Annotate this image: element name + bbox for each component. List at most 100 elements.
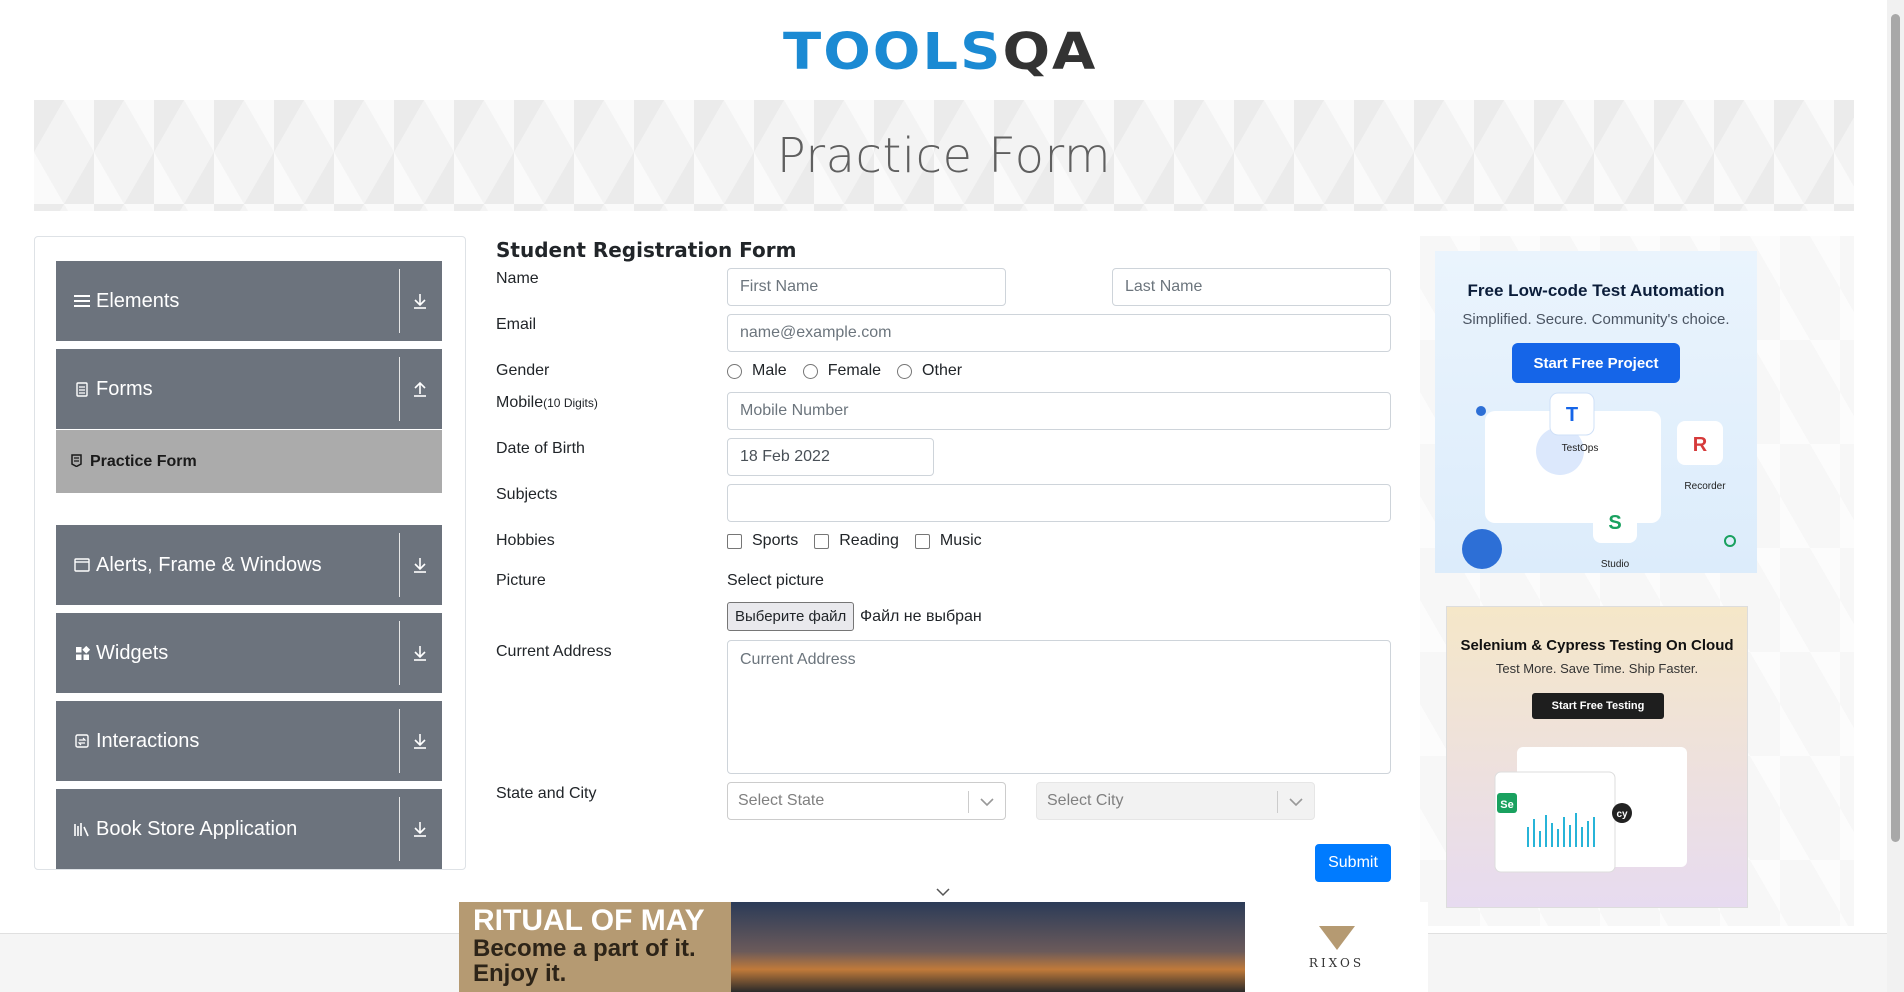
sidebar-group-label: Widgets — [96, 641, 169, 664]
radio-circle[interactable] — [727, 363, 742, 379]
state-select[interactable]: Select State — [727, 782, 1006, 820]
katalon-ad[interactable]: Free Low-code Test Automation Simplified… — [1435, 251, 1757, 573]
checkbox-box[interactable] — [814, 533, 830, 549]
bottom-ad-banner[interactable]: RITUAL OF MAY Become a part of it. Enjoy… — [459, 902, 1428, 992]
svg-text:T: T — [1566, 404, 1578, 426]
arrow-down-icon[interactable] — [408, 525, 432, 605]
start-free-project-button[interactable]: Start Free Project — [1512, 343, 1680, 383]
svg-text:R: R — [1693, 434, 1708, 456]
gender-other-radio[interactable]: Other — [897, 362, 962, 380]
document-icon — [73, 380, 91, 398]
choose-file-button[interactable]: Выберите файл — [727, 602, 855, 631]
logo-qa-text: QA — [1002, 23, 1098, 82]
last-name-input[interactable] — [1112, 268, 1391, 306]
ad-line1: RITUAL OF MAY — [473, 904, 705, 937]
svg-text:Recorder: Recorder — [1684, 481, 1726, 492]
radio-circle[interactable] — [897, 363, 913, 379]
triangle-logo-icon — [1318, 926, 1355, 950]
arrow-up-icon[interactable] — [408, 349, 432, 429]
sidebar-group-label: Interactions — [96, 729, 200, 752]
email-label: Email — [496, 316, 537, 333]
ad-line3: Enjoy it. — [473, 960, 567, 988]
hamburger-icon — [73, 292, 91, 310]
books-icon — [73, 820, 91, 838]
mobile-input[interactable] — [727, 392, 1391, 430]
sidebar-group-label: Alerts, Frame & Windows — [96, 553, 322, 576]
lambdatest-ad[interactable]: Selenium & Cypress Testing On Cloud Test… — [1446, 606, 1748, 908]
ad-heading: Selenium & Cypress Testing On Cloud — [1460, 637, 1734, 654]
ad-brand: RIXOS — [1308, 956, 1365, 970]
dob-label: Date of Birth — [496, 440, 585, 457]
gender-female-radio[interactable]: Female — [802, 362, 881, 380]
svg-text:Se: Se — [1500, 799, 1513, 811]
form-title: Student Registration Form — [496, 238, 797, 262]
address-label: Current Address — [496, 643, 612, 660]
ad-line2: Become a part of it. — [473, 935, 696, 962]
subjects-label: Subjects — [496, 486, 558, 503]
city-select[interactable]: Select City — [1036, 782, 1315, 820]
chevron-down-icon[interactable] — [935, 886, 951, 898]
hobby-music-checkbox[interactable]: Music — [914, 532, 982, 550]
arrow-down-icon[interactable] — [408, 789, 432, 869]
hobby-sports-checkbox[interactable]: Sports — [727, 532, 798, 550]
svg-text:S: S — [1608, 512, 1621, 534]
mobile-label: Mobile(10 Digits) — [496, 394, 598, 411]
sidebar-group-label: Forms — [96, 377, 153, 400]
sidebar-group-widgets[interactable]: Widgets — [56, 613, 442, 693]
checkbox-box[interactable] — [914, 533, 930, 549]
chevron-down-icon — [1286, 783, 1306, 821]
subjects-input[interactable] — [727, 484, 1391, 522]
logo-tools-text: TOOLS — [783, 23, 1003, 82]
svg-text:cy: cy — [1616, 809, 1628, 820]
toolsqa-logo[interactable]: TOOLSQA — [783, 16, 1105, 90]
email-input[interactable] — [727, 314, 1391, 352]
radio-circle[interactable] — [802, 363, 818, 379]
sidebar-group-interactions[interactable]: Interactions — [56, 701, 442, 781]
checkbox-box[interactable] — [727, 533, 742, 549]
ad-subheading: Simplified. Secure. Community's choice. — [1462, 311, 1730, 328]
state-city-label: State and City — [496, 785, 597, 802]
page-title: Practice Form — [776, 127, 1112, 184]
first-name-input[interactable] — [727, 268, 1006, 306]
window-icon — [73, 556, 91, 574]
start-free-testing-button[interactable]: Start Free Testing — [1532, 693, 1664, 719]
sidebar-group-alerts[interactable]: Alerts, Frame & Windows — [56, 525, 442, 605]
sidebar: Elements Forms Practice Form Alerts, Fra… — [34, 236, 466, 870]
gender-radio-group: Male Female Other — [727, 362, 978, 380]
widgets-icon — [73, 644, 91, 662]
sidebar-group-book-store[interactable]: Book Store Application — [56, 789, 442, 869]
svg-text:Studio: Studio — [1601, 559, 1630, 570]
name-label: Name — [496, 270, 539, 287]
form-icon — [71, 453, 82, 470]
sidebar-group-label: Book Store Application — [96, 817, 298, 840]
sidebar-group-elements[interactable]: Elements — [56, 261, 442, 341]
chevron-down-icon — [977, 783, 997, 821]
page-banner: Practice Form — [34, 100, 1854, 211]
sidebar-group-forms[interactable]: Forms — [56, 349, 442, 429]
mobile-hint: (10 Digits) — [543, 396, 598, 410]
gender-label: Gender — [496, 362, 550, 379]
svg-text:TestOps: TestOps — [1562, 443, 1599, 454]
ad-subheading: Test More. Save Time. Ship Faster. — [1495, 661, 1699, 676]
ad-heading: Free Low-code Test Automation — [1467, 281, 1725, 300]
arrow-down-icon[interactable] — [408, 701, 432, 781]
picture-prompt: Select picture — [727, 572, 824, 589]
hobbies-checkbox-group: Sports Reading Music — [727, 532, 998, 550]
arrow-down-icon[interactable] — [408, 613, 432, 693]
sidebar-item-practice-form[interactable]: Practice Form — [56, 430, 442, 493]
current-address-textarea[interactable] — [727, 640, 1391, 774]
file-status-text: Файл не выбран — [860, 608, 982, 625]
hobby-reading-checkbox[interactable]: Reading — [814, 532, 899, 550]
ad-illustration: Se cy — [1494, 747, 1687, 873]
hobbies-label: Hobbies — [496, 532, 555, 549]
dob-input[interactable] — [727, 438, 934, 476]
submit-button[interactable]: Submit — [1315, 844, 1391, 882]
ad-photo — [731, 902, 1245, 992]
picture-label: Picture — [496, 572, 546, 589]
gender-male-radio[interactable]: Male — [727, 362, 787, 380]
sidebar-item-label: Practice Form — [90, 452, 197, 470]
sidebar-group-label: Elements — [96, 289, 180, 312]
interactions-icon — [73, 732, 91, 750]
arrow-down-icon[interactable] — [408, 261, 432, 341]
scrollbar-thumb[interactable] — [1891, 14, 1900, 842]
